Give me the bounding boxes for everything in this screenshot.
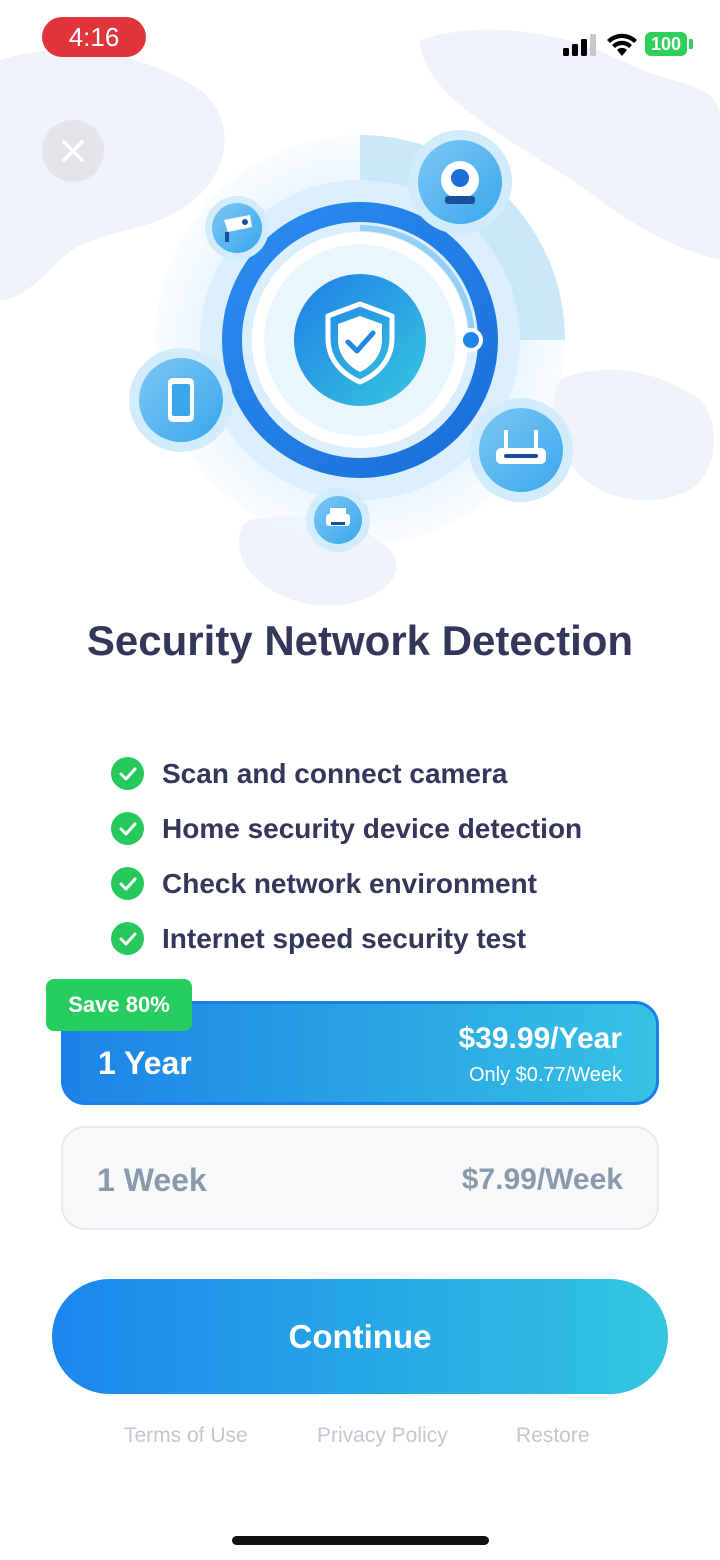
plan-option-week[interactable]: 1 Week $7.99/Week bbox=[61, 1126, 659, 1230]
feature-item: Home security device detection bbox=[111, 801, 671, 856]
status-time: 4:16 bbox=[42, 17, 146, 57]
feature-item: Scan and connect camera bbox=[111, 746, 671, 801]
paywall-screen: 4:16 100 Security Network Detection Scan… bbox=[0, 0, 720, 1560]
page-title: Security Network Detection bbox=[86, 617, 634, 664]
cellular-signal-icon bbox=[563, 34, 596, 56]
plan-price: $7.99/Week bbox=[461, 1163, 623, 1196]
feature-text: Home security device detection bbox=[162, 812, 583, 844]
feature-item: Check network environment bbox=[111, 856, 671, 911]
restore-link[interactable]: Restore bbox=[516, 1420, 590, 1452]
battery-indicator: 100 bbox=[645, 32, 687, 56]
plan-weekly-price: Only $0.77/Week bbox=[468, 1064, 622, 1086]
close-icon bbox=[62, 140, 84, 162]
webcam-icon bbox=[408, 130, 512, 234]
feature-item: Internet speed security test bbox=[111, 911, 671, 966]
network-security-illustration bbox=[129, 130, 573, 552]
cctv-camera-icon bbox=[205, 196, 269, 260]
feature-text: Internet speed security test bbox=[162, 922, 527, 954]
battery-cap bbox=[689, 39, 693, 49]
close-button[interactable] bbox=[42, 120, 104, 182]
feature-text: Scan and connect camera bbox=[162, 757, 508, 789]
feature-text: Check network environment bbox=[162, 867, 537, 899]
check-icon bbox=[111, 867, 144, 900]
terms-of-use-link[interactable]: Terms of Use bbox=[124, 1420, 248, 1452]
wifi-icon bbox=[607, 33, 637, 56]
check-icon bbox=[111, 922, 144, 955]
save-badge: Save 80% bbox=[46, 979, 192, 1031]
plan-name: 1 Week bbox=[97, 1162, 207, 1198]
smartphone-icon bbox=[129, 348, 233, 452]
check-icon bbox=[111, 757, 144, 790]
feature-list: Scan and connect camera Home security de… bbox=[111, 746, 671, 966]
continue-button[interactable]: Continue bbox=[52, 1279, 668, 1394]
privacy-policy-link[interactable]: Privacy Policy bbox=[317, 1420, 448, 1452]
plan-price: $39.99/Year bbox=[458, 1022, 623, 1055]
home-indicator bbox=[232, 1536, 489, 1545]
printer-icon bbox=[306, 488, 370, 552]
router-icon bbox=[469, 398, 573, 502]
check-icon bbox=[111, 812, 144, 845]
